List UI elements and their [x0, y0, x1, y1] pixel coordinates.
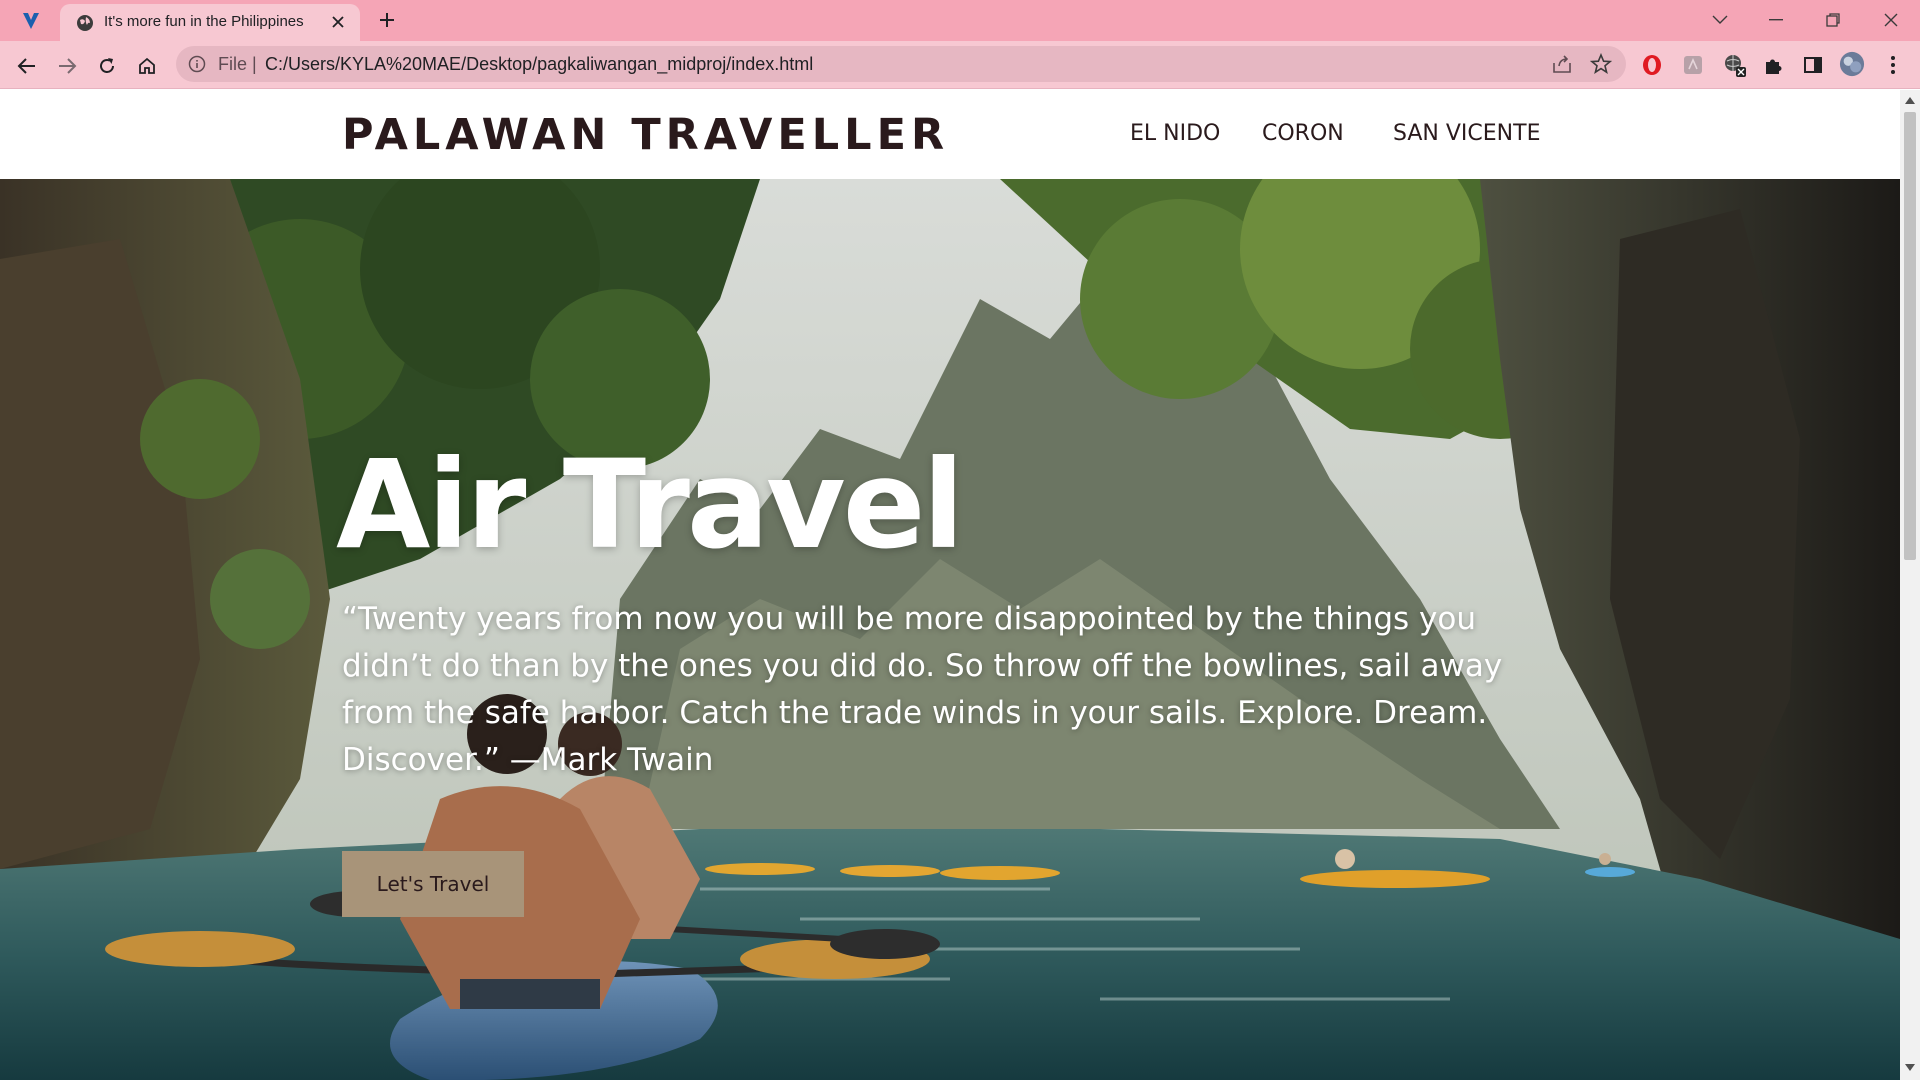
site-brand[interactable]: PALAWAN TRAVELLER — [342, 110, 949, 160]
tab-title: It's more fun in the Philippines — [104, 13, 304, 30]
browser-tab[interactable]: It's more fun in the Philippines — [60, 4, 360, 41]
lets-travel-button[interactable]: Let's Travel — [342, 851, 524, 917]
nav-link-coron[interactable]: CORON — [1262, 121, 1344, 146]
arrow-left-icon[interactable] — [14, 53, 40, 79]
info-icon[interactable] — [188, 55, 206, 73]
window-close-icon[interactable] — [1878, 8, 1904, 32]
hero-quote: “Twenty years from now you will be more … — [342, 601, 1503, 778]
chevron-down-icon[interactable] — [1707, 8, 1733, 32]
plus-icon[interactable] — [376, 9, 398, 31]
arrow-right-icon[interactable] — [54, 53, 80, 79]
reload-icon[interactable] — [94, 53, 120, 79]
site-header: PALAWAN TRAVELLER EL NIDO CORON SAN VICE… — [0, 90, 1900, 179]
pdf-extension-icon[interactable] — [1680, 52, 1706, 78]
globe-icon — [75, 13, 95, 33]
puzzle-icon[interactable] — [1760, 52, 1786, 78]
scroll-down-icon[interactable] — [1905, 1064, 1915, 1072]
side-panel-icon[interactable] — [1800, 52, 1826, 78]
profile-avatar-icon[interactable] — [1839, 51, 1865, 77]
opera-icon[interactable] — [1639, 52, 1665, 78]
address-scheme: File — [218, 54, 248, 74]
hero-title: Air Travel — [336, 434, 964, 576]
restore-icon[interactable] — [1820, 8, 1846, 32]
tab-search-icon[interactable] — [18, 8, 44, 34]
close-icon[interactable] — [328, 12, 348, 32]
browser-toolbar: File | C:/Users/KYLA%20MAE/Desktop/pagka… — [0, 41, 1920, 89]
address-url[interactable]: C:/Users/KYLA%20MAE/Desktop/pagkaliwanga… — [265, 54, 813, 75]
scroll-up-icon[interactable] — [1905, 96, 1915, 104]
minimize-icon[interactable] — [1763, 8, 1789, 32]
address-bar[interactable]: File | C:/Users/KYLA%20MAE/Desktop/pagka… — [176, 46, 1626, 82]
hero-section: Air Travel “Twenty years from now you wi… — [0, 179, 1900, 1080]
page-scrollbar[interactable] — [1900, 90, 1920, 1080]
kebab-menu-icon[interactable] — [1880, 52, 1906, 78]
nav-link-san-vicente[interactable]: SAN VICENTE — [1393, 121, 1540, 146]
star-icon[interactable] — [1589, 52, 1613, 75]
browser-tab-strip: It's more fun in the Philippines — [0, 0, 1920, 41]
scrollbar-thumb[interactable] — [1904, 112, 1916, 560]
home-icon[interactable] — [134, 53, 160, 79]
nav-link-el-nido[interactable]: EL NIDO — [1130, 121, 1220, 146]
translate-extension-icon[interactable] — [1722, 52, 1748, 78]
web-page: PALAWAN TRAVELLER EL NIDO CORON SAN VICE… — [0, 90, 1900, 1080]
address-separator: | — [252, 54, 257, 74]
share-icon[interactable] — [1551, 54, 1573, 74]
